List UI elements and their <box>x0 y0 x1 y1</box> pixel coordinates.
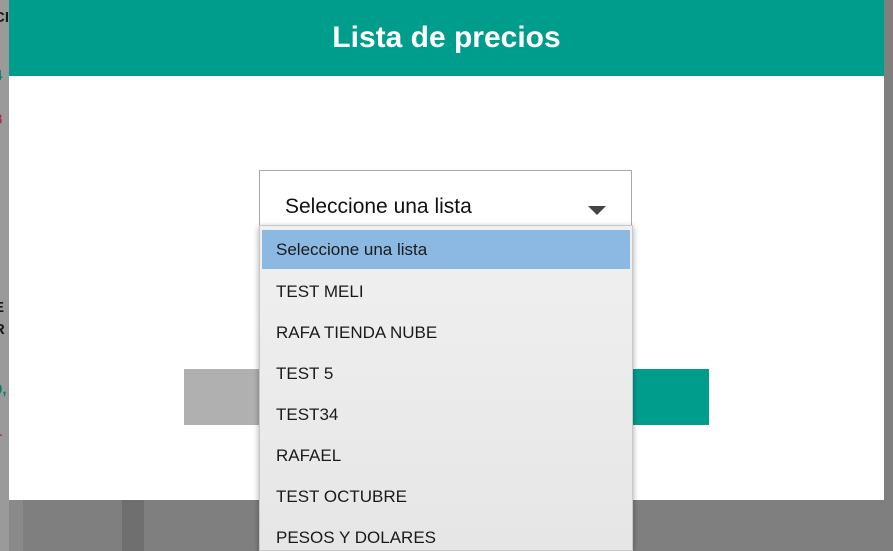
price-list-dropdown: Seleccione una lista TEST MELI RAFA TIENDA… <box>259 225 633 551</box>
background-text-fragment: 8 <box>0 112 2 127</box>
background-text-fragment: CI <box>0 9 9 26</box>
modal-title: Lista de precios <box>332 21 561 54</box>
modal-header: Lista de precios <box>9 0 884 76</box>
background-app-panel <box>122 500 144 551</box>
dropdown-option[interactable]: TEST MELI <box>262 271 630 312</box>
dropdown-option[interactable]: PESOS Y DOLARES <box>262 517 630 550</box>
price-list-select[interactable]: Seleccione una lista <box>259 170 632 230</box>
dropdown-options: Seleccione una lista TEST MELI RAFA TIENDA… <box>260 226 632 550</box>
dropdown-option[interactable]: Seleccione una lista <box>262 230 630 269</box>
price-list-select-value: Seleccione una lista <box>285 195 472 218</box>
dropdown-option[interactable]: TEST34 <box>262 394 630 435</box>
dropdown-option[interactable]: RAFA TIENDA NUBE <box>262 312 630 353</box>
background-text-fragment: E <box>0 300 4 315</box>
chevron-down-icon <box>588 206 606 215</box>
background-app-strip: CI 4 8 E R 0, 1 <box>0 0 9 551</box>
background-text-fragment: R <box>0 322 5 337</box>
dropdown-option[interactable]: RAFAEL <box>262 435 630 476</box>
dropdown-option[interactable]: TEST OCTUBRE <box>262 476 630 517</box>
background-text-fragment: 4 <box>0 68 2 83</box>
background-text-fragment: 0, <box>0 381 7 398</box>
background-text-fragment: 1 <box>0 424 2 439</box>
dropdown-option[interactable]: TEST 5 <box>262 353 630 394</box>
